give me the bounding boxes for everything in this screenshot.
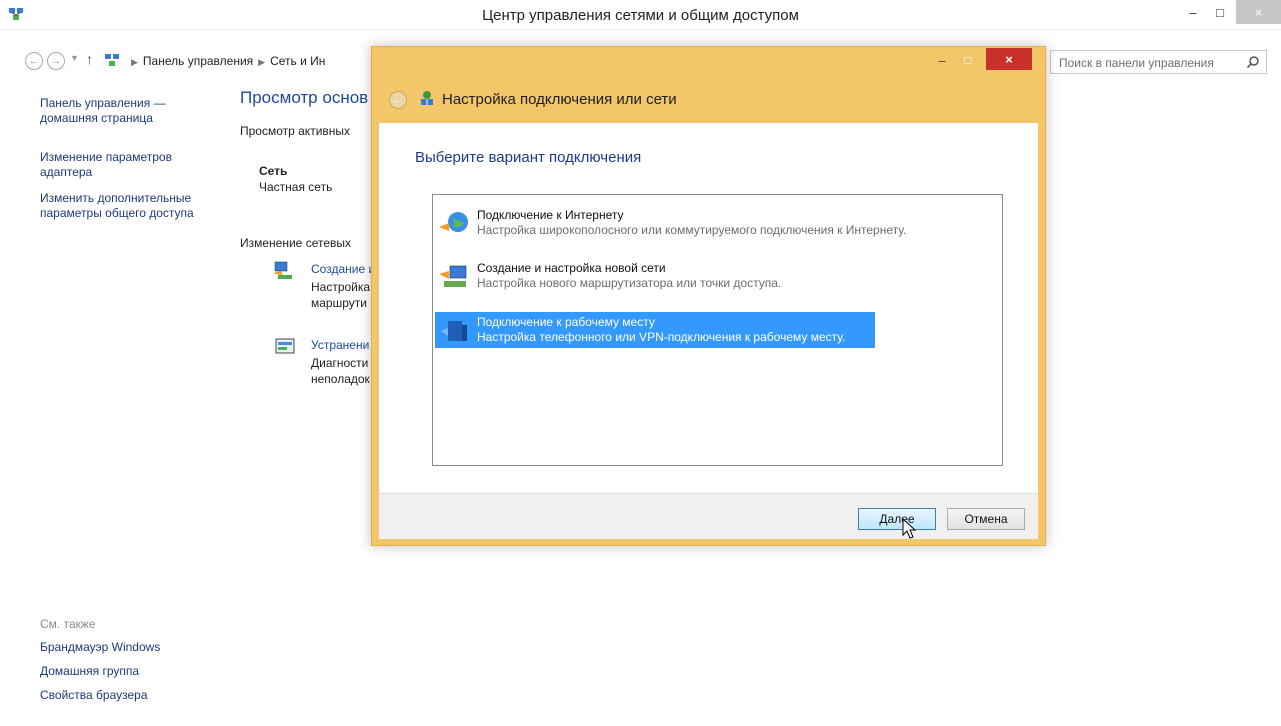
sidebar-item-sharing[interactable]: Изменить дополнительные параметры общего…	[40, 191, 194, 221]
mouse-cursor-icon	[902, 518, 917, 539]
up-button[interactable]: ↑	[86, 51, 93, 67]
breadcrumb-separator-icon: ▶	[258, 57, 266, 67]
option-title: Подключение к Интернету	[477, 208, 624, 222]
option-new-network[interactable]: Создание и настройка новой сети Настройк…	[435, 258, 875, 294]
search-icon[interactable]	[1246, 55, 1260, 69]
troubleshoot-icon	[275, 338, 295, 354]
network-wizard-icon	[421, 91, 433, 105]
main-titlebar: Центр управления сетями и общим доступом…	[0, 0, 1281, 30]
see-also-firewall[interactable]: Брандмауэр Windows	[40, 640, 160, 655]
close-button[interactable]: ×	[1236, 0, 1281, 24]
task-desc: маршрути	[311, 296, 367, 310]
dialog-footer: Далее Отмена	[379, 493, 1038, 539]
globe-icon	[439, 212, 468, 232]
next-button[interactable]: Далее	[858, 508, 936, 530]
option-desc: Настройка нового маршрутизатора или точк…	[477, 276, 782, 290]
option-internet[interactable]: Подключение к Интернету Настройка широко…	[435, 205, 906, 241]
see-also-homegroup[interactable]: Домашняя группа	[40, 664, 139, 679]
router-icon	[439, 265, 467, 287]
sidebar-item-label: Изменение параметров	[40, 150, 172, 164]
sidebar-item-adapter[interactable]: Изменение параметров адаптера	[40, 150, 172, 180]
task-desc: Диагности	[311, 356, 369, 370]
minimize-button[interactable]: –	[1180, 0, 1206, 24]
sidebar-item-label: Изменить дополнительные	[40, 191, 192, 205]
search-input[interactable]: Поиск в панели управления	[1050, 50, 1267, 74]
sidebar-item-label: Панель управления —	[40, 96, 166, 110]
forward-button[interactable]: →	[47, 52, 65, 70]
dialog-maximize-button[interactable]: □	[958, 53, 978, 71]
task-link-create-network[interactable]: Создание и	[311, 262, 371, 276]
dialog-back-button[interactable]: ←	[389, 91, 407, 109]
dialog-heading: Выберите вариант подключения	[415, 149, 642, 166]
network-name: Сеть	[259, 164, 288, 178]
connection-setup-dialog: – □ × ← Настройка подключения или сети В…	[371, 46, 1046, 546]
desktop: Центр управления сетями и общим доступом…	[0, 0, 1281, 726]
change-settings-heading: Изменение сетевых	[240, 236, 351, 250]
sidebar-item-home[interactable]: Панель управления — домашняя страница	[40, 96, 166, 126]
dialog-header: – □ × ← Настройка подключения или сети	[372, 47, 1045, 123]
task-link-troubleshoot[interactable]: Устранени	[311, 338, 371, 352]
breadcrumb: ▶ Панель управления ▶ Сеть и Ин	[126, 54, 325, 68]
dialog-close-button[interactable]: ×	[986, 48, 1032, 70]
network-setup-icon	[273, 261, 292, 279]
breadcrumb-separator-icon: ▶	[131, 57, 138, 67]
dialog-title: Настройка подключения или сети	[442, 91, 677, 108]
history-dropdown-icon[interactable]: ▼	[70, 53, 79, 63]
active-networks-heading: Просмотр активных	[240, 124, 351, 138]
option-desc: Настройка широкополосного или коммутируе…	[477, 223, 907, 237]
connection-options-list: Подключение к Интернету Настройка широко…	[432, 194, 1003, 466]
dialog-minimize-button[interactable]: –	[932, 53, 952, 71]
sidebar-item-label: адаптера	[40, 165, 93, 179]
sidebar-item-label: параметры общего доступа	[40, 206, 194, 220]
window-title: Центр управления сетями и общим доступом	[482, 7, 799, 24]
option-workplace[interactable]: Подключение к рабочему месту Настройка т…	[435, 312, 875, 348]
see-also-label: См. также	[40, 617, 96, 631]
back-button[interactable]: ←	[25, 52, 43, 70]
control-panel-icon	[105, 54, 119, 66]
search-placeholder: Поиск в панели управления	[1059, 56, 1214, 70]
dialog-body: Выберите вариант подключения Подключение…	[379, 123, 1038, 493]
sidebar-item-label: домашняя страница	[40, 111, 153, 125]
option-desc: Настройка телефонного или VPN-подключени…	[477, 330, 846, 344]
page-title: Просмотр основ	[240, 88, 369, 107]
option-title: Подключение к рабочему месту	[477, 315, 655, 329]
network-type: Частная сеть	[259, 180, 333, 194]
see-also-browser-properties[interactable]: Свойства браузера	[40, 688, 148, 703]
workplace-icon	[441, 321, 467, 341]
task-desc: неполадок	[311, 372, 370, 386]
maximize-button[interactable]: □	[1207, 0, 1233, 24]
task-desc: Настройка	[311, 280, 371, 294]
option-title: Создание и настройка новой сети	[477, 261, 666, 275]
breadcrumb-item-control-panel[interactable]: Панель управления	[143, 54, 253, 68]
cancel-button[interactable]: Отмена	[947, 508, 1025, 530]
breadcrumb-item-network[interactable]: Сеть и Ин	[270, 54, 325, 68]
